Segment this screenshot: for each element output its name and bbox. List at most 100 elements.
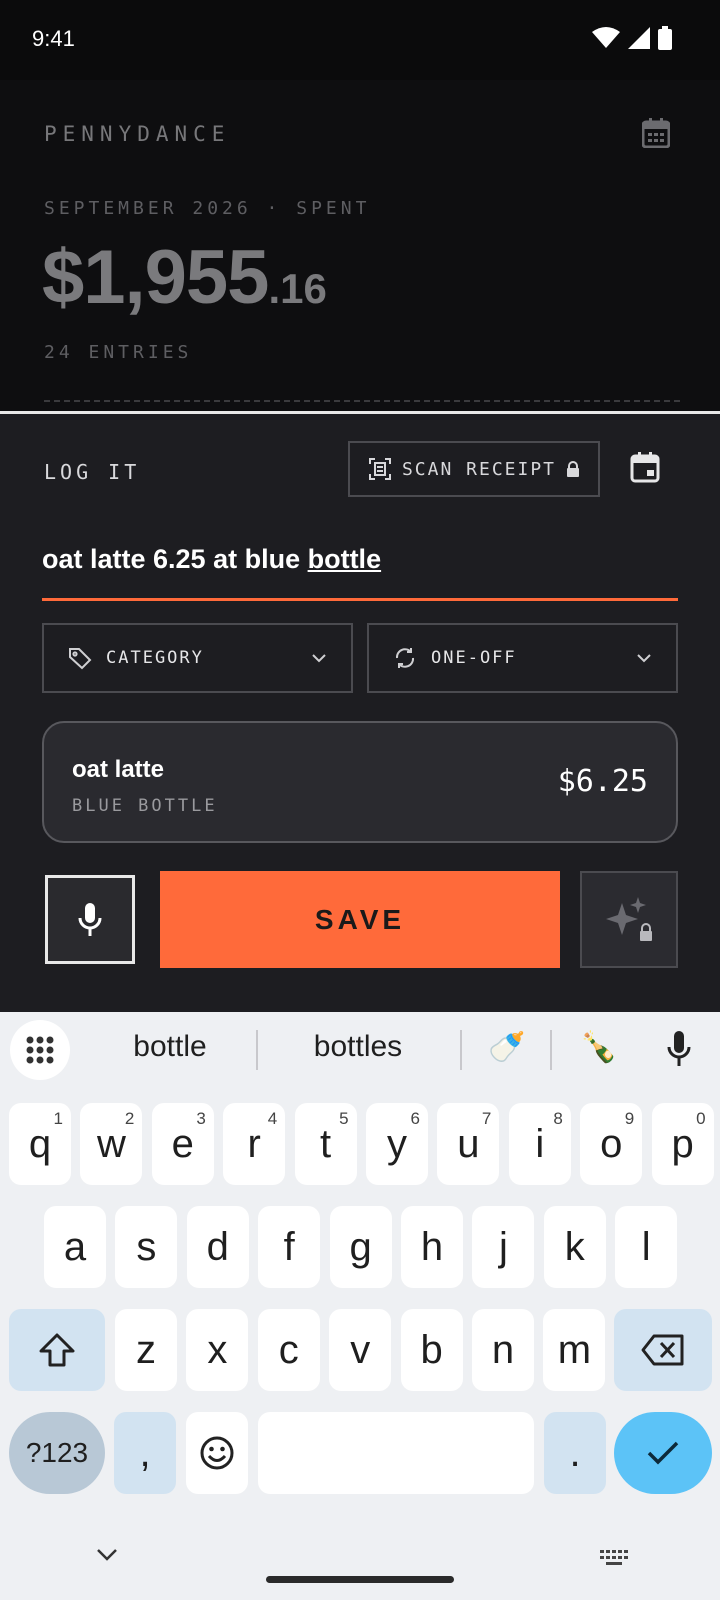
key-b[interactable]: b (400, 1309, 463, 1391)
key-w[interactable]: w2 (80, 1103, 143, 1185)
wifi-icon (592, 27, 620, 48)
chevron-down-icon (637, 654, 651, 663)
app-brand: PENNYDANCE (44, 122, 231, 146)
keyboard-menu-button[interactable] (10, 1020, 70, 1080)
category-dropdown[interactable]: CATEGORY (42, 623, 353, 693)
scan-icon (368, 458, 391, 480)
preview-item-name: oat latte (72, 756, 165, 783)
key-label: y (387, 1121, 407, 1166)
key-g[interactable]: g (329, 1206, 392, 1288)
lock-icon (567, 461, 580, 477)
key-n[interactable]: n (472, 1309, 534, 1391)
key-q[interactable]: q1 (9, 1103, 71, 1185)
total-spent-main: $1,955 (42, 235, 269, 320)
hide-keyboard-icon[interactable] (96, 1548, 118, 1562)
key-p[interactable]: p0 (651, 1103, 714, 1185)
key-r[interactable]: r4 (223, 1103, 286, 1185)
key-hint: 6 (410, 1109, 420, 1128)
save-button[interactable]: SAVE (160, 871, 560, 968)
suggestion-divider (256, 1030, 258, 1070)
key-hint: 3 (196, 1109, 206, 1128)
key-hint: 7 (481, 1109, 492, 1128)
key-m[interactable]: m (543, 1309, 606, 1391)
suggestion-2[interactable]: bottles (270, 1030, 446, 1064)
status-time: 9:41 (32, 26, 75, 51)
entry-input-text: oat latte 6.25 at blue (42, 544, 308, 574)
total-spent: $1,955.16 (42, 234, 327, 321)
home-indicator[interactable] (266, 1576, 454, 1583)
key-z[interactable]: z (115, 1309, 177, 1391)
comma-key[interactable]: , (114, 1412, 176, 1494)
entry-input-underline (42, 598, 678, 601)
key-o[interactable]: o9 (580, 1103, 643, 1185)
key-label: e (171, 1121, 194, 1166)
key-k[interactable]: k (543, 1206, 606, 1288)
voice-typing-icon[interactable] (666, 1030, 692, 1068)
space-key[interactable] (258, 1412, 534, 1494)
key-label: p (671, 1121, 694, 1166)
voice-input-button[interactable] (45, 875, 135, 964)
keyboard-switch-icon[interactable] (600, 1550, 628, 1566)
chevron-down-icon (312, 654, 326, 663)
key-hint: 4 (267, 1109, 278, 1128)
calendar-icon[interactable] (642, 118, 670, 148)
key-d[interactable]: d (186, 1206, 249, 1288)
key-hint: 9 (624, 1109, 635, 1128)
key-a[interactable]: a (44, 1206, 106, 1288)
key-hint: 8 (553, 1109, 563, 1128)
key-h[interactable]: h (401, 1206, 463, 1288)
divider (44, 400, 680, 402)
entry-input[interactable]: oat latte 6.25 at blue bottle (42, 544, 381, 575)
preview-vendor: BLUE BOTTLE (72, 796, 218, 816)
key-hint: 5 (339, 1109, 349, 1128)
key-label: i (535, 1121, 545, 1166)
suggestion-emoji-1[interactable]: 🍼 (474, 1030, 540, 1065)
recurrence-label: ONE-OFF (431, 648, 517, 668)
suggestion-1[interactable]: bottle (90, 1030, 250, 1064)
total-spent-cents: .16 (268, 265, 327, 312)
key-y[interactable]: y6 (366, 1103, 428, 1185)
scan-receipt-label: SCAN RECEIPT (401, 458, 557, 480)
key-l[interactable]: l (615, 1206, 678, 1288)
key-label: r (247, 1121, 261, 1166)
key-v[interactable]: v (329, 1309, 392, 1391)
emoji-key[interactable] (186, 1412, 248, 1494)
signal-icon (628, 27, 650, 49)
recurrence-dropdown[interactable]: ONE-OFF (367, 623, 678, 693)
key-j[interactable]: j (472, 1206, 535, 1288)
key-f[interactable]: f (258, 1206, 321, 1288)
soft-keyboard (0, 1012, 720, 1600)
key-i[interactable]: i8 (508, 1103, 571, 1185)
key-e[interactable]: e3 (151, 1103, 214, 1185)
key-c[interactable]: c (257, 1309, 320, 1391)
date-picker-icon[interactable] (630, 451, 660, 483)
entry-input-current-word: bottle (307, 544, 382, 574)
sparkle-lock-icon (606, 896, 652, 941)
suggestion-divider (460, 1030, 462, 1070)
backspace-key[interactable] (614, 1309, 712, 1391)
symbols-key[interactable]: ?123 (9, 1412, 105, 1494)
sheet-title: LOG IT (44, 460, 141, 484)
key-t[interactable]: t5 (294, 1103, 357, 1185)
key-hint: 1 (53, 1109, 63, 1128)
key-label: o (600, 1121, 623, 1166)
key-label: t (320, 1121, 332, 1166)
suggestion-emoji-2[interactable]: 🍾 (566, 1030, 632, 1065)
category-label: CATEGORY (106, 648, 204, 668)
battery-icon (658, 26, 672, 50)
scan-receipt-button[interactable]: SCAN RECEIPT (348, 441, 600, 497)
repeat-icon (395, 648, 415, 668)
ai-assist-button[interactable] (580, 871, 678, 968)
period-key[interactable]: . (544, 1412, 606, 1494)
key-u[interactable]: u7 (437, 1103, 500, 1185)
enter-key[interactable] (614, 1412, 712, 1494)
shift-key[interactable] (9, 1309, 105, 1391)
shift-icon (39, 1333, 75, 1367)
key-s[interactable]: s (115, 1206, 178, 1288)
key-hint: 2 (124, 1109, 135, 1128)
key-label: w (96, 1121, 126, 1166)
key-hint: 0 (696, 1109, 706, 1128)
key-label: u (457, 1121, 480, 1166)
key-x[interactable]: x (186, 1309, 249, 1391)
checkmark-icon (647, 1441, 679, 1465)
